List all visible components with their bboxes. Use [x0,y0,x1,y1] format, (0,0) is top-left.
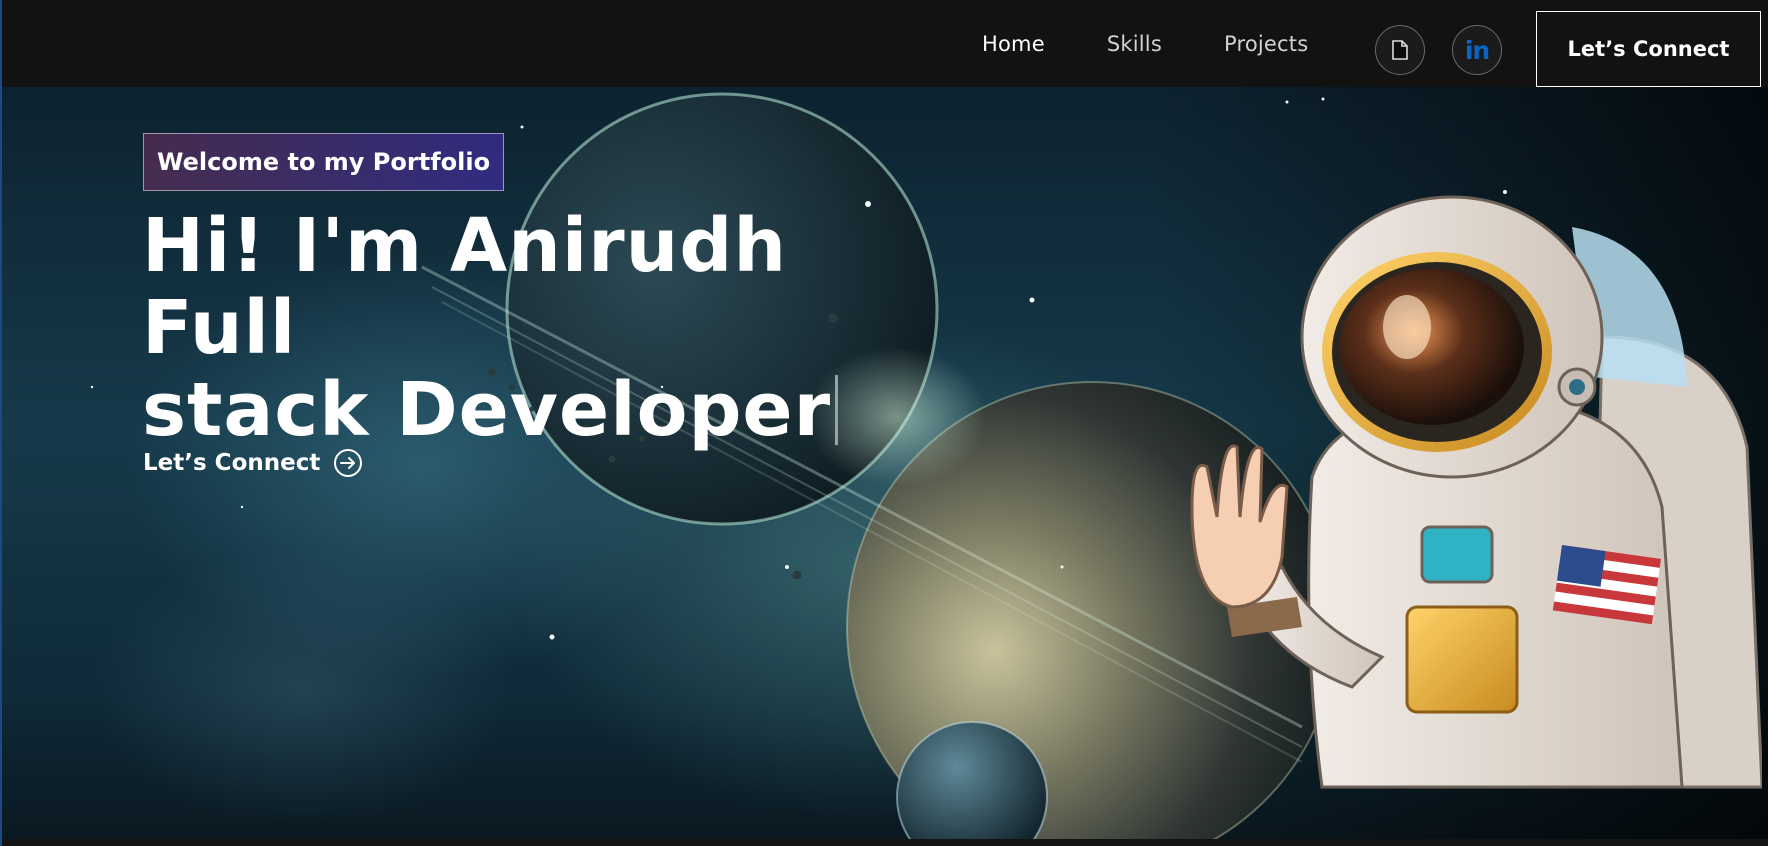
nav-connect-button[interactable]: Let’s Connect [1536,11,1761,87]
headline-line-1: Hi! I'm Anirudh Full [142,203,788,371]
document-icon [1392,40,1408,60]
hero-connect-link[interactable]: Let’s Connect [143,449,363,477]
nav-links: Home Skills Projects [982,0,1370,87]
hero-banner: Welcome to my Portfolio Hi! I'm Anirudh … [0,87,1768,846]
headline-line-2: stack Developer [142,367,832,453]
nav-skills-link[interactable]: Skills [1107,32,1162,56]
astronaut-illustration [1190,195,1762,789]
linkedin-button[interactable]: in [1452,25,1502,75]
welcome-tagline: Welcome to my Portfolio [143,133,505,191]
navbar: Home Skills Projects in Let’s Connect [0,0,1768,87]
nav-home-link[interactable]: Home [982,32,1045,56]
hero-connect-label: Let’s Connect [143,450,321,476]
hero-headline: Hi! I'm Anirudh Full stack Developer [142,205,922,451]
linkedin-icon: in [1464,35,1490,65]
typing-cursor [835,375,839,445]
nav-projects-link[interactable]: Projects [1224,32,1308,56]
bottom-divider [2,839,1768,846]
arrow-right-circle-icon [334,449,363,477]
resume-button[interactable] [1375,25,1425,75]
